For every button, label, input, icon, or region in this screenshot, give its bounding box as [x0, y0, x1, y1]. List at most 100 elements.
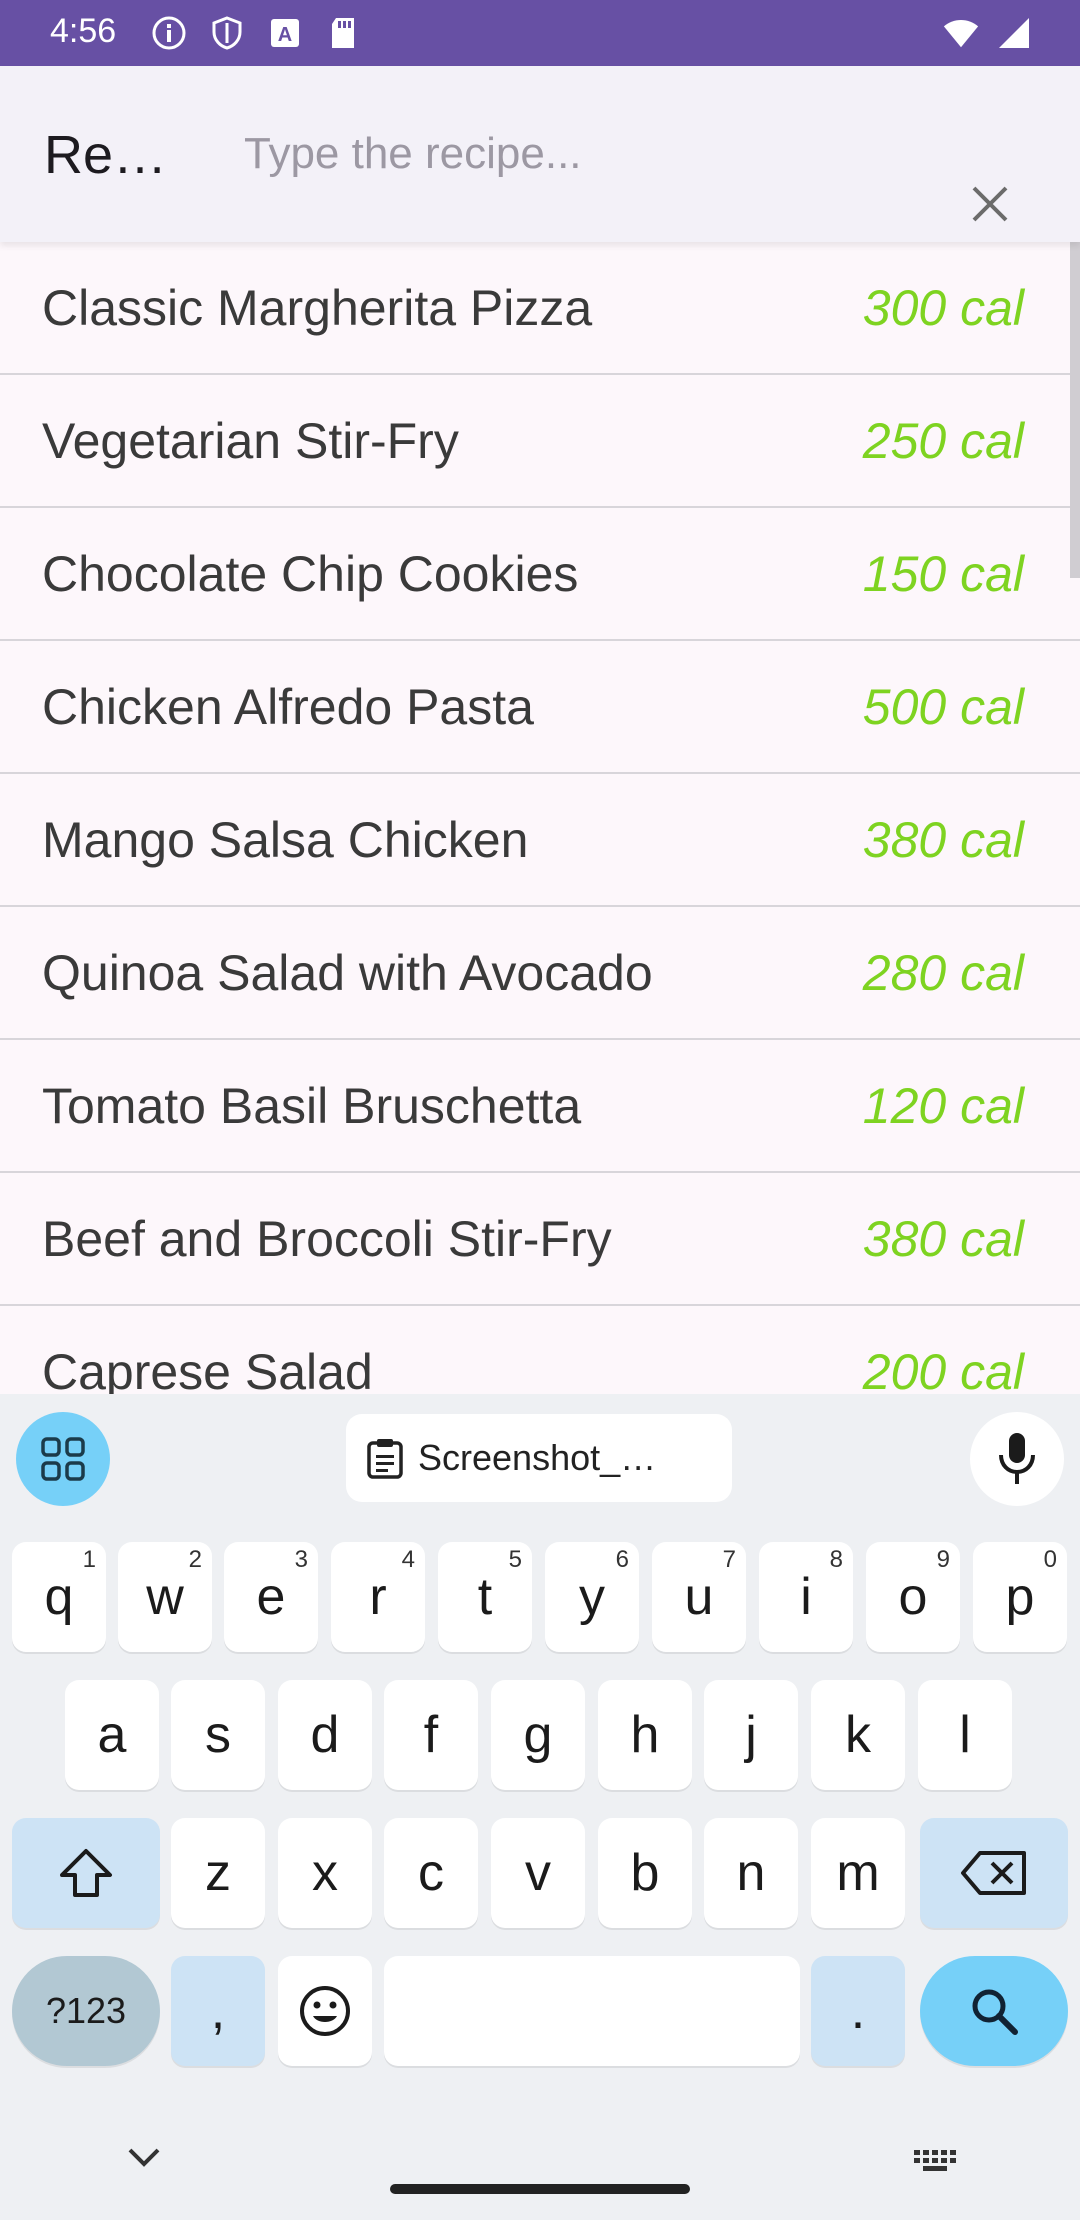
hide-keyboard-button[interactable] [126, 2146, 162, 2175]
close-icon [972, 186, 1008, 222]
microphone-icon [999, 1433, 1035, 1484]
key-label: t [477, 1568, 493, 1626]
recipe-row[interactable]: Classic Margherita Pizza 300 cal [0, 242, 1080, 375]
key-label: q [44, 1568, 74, 1626]
recipe-calories: 500 cal [862, 678, 1024, 735]
key-x[interactable]: x [278, 1818, 372, 1928]
key-c[interactable]: c [384, 1818, 478, 1928]
recipe-name: Vegetarian Stir-Fry [42, 412, 459, 469]
gesture-nav-handle[interactable] [390, 2184, 690, 2194]
key-hint: 7 [722, 1546, 736, 1573]
app-bar: Re… [0, 66, 1080, 242]
search-icon [972, 1989, 1018, 2035]
key-y[interactable]: y6 [545, 1542, 639, 1652]
comma-key[interactable]: , [171, 1956, 265, 2066]
recipe-list[interactable]: Classic Margherita Pizza 300 cal Vegetari… [0, 242, 1080, 1394]
key-label: y [579, 1568, 605, 1626]
keyboard-apps-button[interactable] [16, 1412, 110, 1506]
recipe-row[interactable]: Tomato Basil Bruschetta 120 cal [0, 1040, 1080, 1173]
recipe-name: Quinoa Salad with Avocado [42, 944, 653, 1001]
space-key[interactable] [384, 1956, 800, 2066]
shift-key[interactable] [12, 1818, 160, 1928]
key-z[interactable]: z [171, 1818, 265, 1928]
recipe-name: Chocolate Chip Cookies [42, 545, 579, 602]
clipboard-suggestion-chip[interactable]: Screenshot_… [346, 1414, 732, 1502]
key-d[interactable]: d [278, 1680, 372, 1790]
recipe-row[interactable]: Quinoa Salad with Avocado 280 cal [0, 907, 1080, 1040]
key-o[interactable]: o9 [866, 1542, 960, 1652]
key-m[interactable]: m [811, 1818, 905, 1928]
key-r[interactable]: r4 [331, 1542, 425, 1652]
key-hint: 6 [615, 1546, 629, 1573]
recipe-calories: 380 cal [862, 1210, 1024, 1267]
key-label: e [256, 1568, 286, 1626]
status-bar: 4:56 A [0, 0, 1080, 66]
recipe-name: Classic Margherita Pizza [42, 279, 593, 336]
key-label: u [684, 1568, 714, 1626]
voice-input-button[interactable] [970, 1412, 1064, 1506]
search-key[interactable] [920, 1956, 1068, 2066]
recipe-row[interactable]: Mango Salsa Chicken 380 cal [0, 774, 1080, 907]
key-j[interactable]: j [704, 1680, 798, 1790]
info-icon [150, 14, 188, 52]
scrollbar-thumb[interactable] [1070, 242, 1080, 578]
grid-icon [41, 1437, 85, 1481]
key-hint: 0 [1043, 1546, 1057, 1573]
recipe-name: Chicken Alfredo Pasta [42, 678, 534, 735]
keyboard-icon [914, 2150, 956, 2171]
recipe-row[interactable]: Caprese Salad 200 cal [0, 1306, 1080, 1395]
key-p[interactable]: p0 [973, 1542, 1067, 1652]
key-t[interactable]: t5 [438, 1542, 532, 1652]
key-e[interactable]: e3 [224, 1542, 318, 1652]
backspace-key[interactable] [920, 1818, 1068, 1928]
key-g[interactable]: g [491, 1680, 585, 1790]
key-q[interactable]: q1 [12, 1542, 106, 1652]
shield-icon [208, 14, 246, 52]
shift-icon [60, 1849, 112, 1897]
key-hint: 1 [82, 1546, 96, 1573]
period-key[interactable]: . [811, 1956, 905, 2066]
recipe-calories: 200 cal [862, 1343, 1024, 1395]
recipe-row[interactable]: Beef and Broccoli Stir-Fry 380 cal [0, 1173, 1080, 1306]
key-n[interactable]: n [704, 1818, 798, 1928]
emoji-key[interactable] [278, 1956, 372, 2066]
keyboard-switch-button[interactable] [912, 2148, 958, 2179]
signal-icon [994, 14, 1032, 52]
recipe-row[interactable]: Vegetarian Stir-Fry 250 cal [0, 375, 1080, 508]
key-label: i [800, 1568, 812, 1626]
key-f[interactable]: f [384, 1680, 478, 1790]
key-label: p [1005, 1568, 1035, 1626]
recipe-search-input[interactable] [244, 116, 924, 192]
page-title: Re… [44, 125, 168, 185]
key-hint: 9 [936, 1546, 950, 1573]
key-v[interactable]: v [491, 1818, 585, 1928]
key-u[interactable]: u7 [652, 1542, 746, 1652]
recipe-calories: 380 cal [862, 811, 1024, 868]
key-hint: 5 [508, 1546, 522, 1573]
recipe-name: Caprese Salad [42, 1343, 373, 1395]
recipe-row[interactable]: Chicken Alfredo Pasta 500 cal [0, 641, 1080, 774]
clear-search-button[interactable] [970, 184, 1034, 248]
wifi-icon [942, 14, 980, 52]
emoji-icon [300, 1986, 350, 2036]
key-s[interactable]: s [171, 1680, 265, 1790]
recipe-calories: 300 cal [862, 279, 1024, 336]
key-label: r [369, 1568, 387, 1626]
clipboard-chip-label: Screenshot_… [418, 1437, 657, 1478]
key-hint: 8 [829, 1546, 843, 1573]
recipe-calories: 280 cal [862, 944, 1024, 1001]
key-h[interactable]: h [598, 1680, 692, 1790]
recipe-name: Mango Salsa Chicken [42, 811, 529, 868]
key-k[interactable]: k [811, 1680, 905, 1790]
key-b[interactable]: b [598, 1818, 692, 1928]
key-l[interactable]: l [918, 1680, 1012, 1790]
svg-text:A: A [278, 24, 292, 46]
key-w[interactable]: w2 [118, 1542, 212, 1652]
status-time: 4:56 [50, 12, 117, 50]
recipe-row[interactable]: Chocolate Chip Cookies 150 cal [0, 508, 1080, 641]
font-a-icon: A [266, 14, 304, 52]
key-hint: 4 [401, 1546, 415, 1573]
symbols-key[interactable]: ?123 [12, 1956, 160, 2066]
key-i[interactable]: i8 [759, 1542, 853, 1652]
key-a[interactable]: a [65, 1680, 159, 1790]
